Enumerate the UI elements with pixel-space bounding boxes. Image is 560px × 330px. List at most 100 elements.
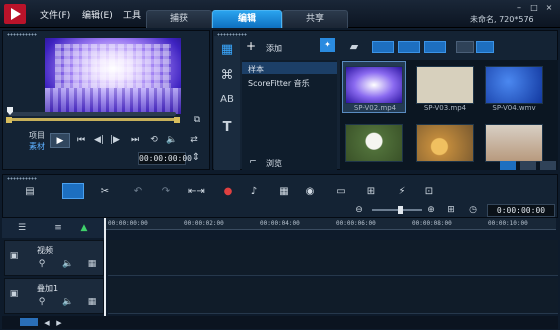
- overlay-track-header: ▣ 叠加1 ⚲ 🔈 ▦: [4, 278, 104, 314]
- fit-window-icon[interactable]: ⊞: [444, 203, 458, 217]
- volume-icon[interactable]: 🔈: [165, 133, 179, 147]
- record-icon[interactable]: ●: [220, 186, 236, 198]
- thumbnail[interactable]: [485, 66, 543, 104]
- zoom-slider-handle[interactable]: [398, 206, 403, 214]
- redo-icon[interactable]: ↷: [158, 186, 174, 198]
- view-options-icon[interactable]: [520, 161, 536, 170]
- storyboard-view-icon[interactable]: ▤: [22, 186, 38, 198]
- menu-edit[interactable]: 编辑(E): [82, 8, 113, 21]
- grid-lines-icon[interactable]: ▦: [85, 257, 99, 271]
- folder-sample[interactable]: 样本: [248, 64, 264, 75]
- thumb-label: SP-V02.mp4: [353, 104, 397, 112]
- filter-photo-button[interactable]: [398, 41, 420, 53]
- tab-edit[interactable]: 编辑: [212, 10, 282, 28]
- trim-start-handle[interactable]: [6, 117, 12, 123]
- app-logo-icon: [4, 4, 26, 24]
- add-icon[interactable]: +: [246, 39, 256, 53]
- mute-icon[interactable]: 🔈: [61, 257, 75, 271]
- instant-project-icon[interactable]: ⌘: [218, 68, 236, 83]
- zoom-in-icon[interactable]: ⊕: [424, 203, 438, 217]
- repeat-icon[interactable]: ⟲: [147, 133, 161, 147]
- transition-icon[interactable]: AB: [218, 94, 236, 105]
- multi-camera-icon[interactable]: ⊞: [363, 186, 379, 198]
- fit-project-icon[interactable]: ⇤⇥: [188, 186, 205, 198]
- undo-icon[interactable]: ↶: [130, 186, 146, 198]
- track-visibility-icon[interactable]: [20, 318, 38, 326]
- tab-share[interactable]: 共享: [282, 10, 348, 28]
- thumbnail[interactable]: [416, 124, 474, 162]
- motion-tracking-icon[interactable]: ◉: [302, 186, 318, 198]
- trim-bar[interactable]: [8, 118, 176, 121]
- ruler-tick-label: 00:00:02:00: [184, 220, 224, 227]
- menu-file[interactable]: 文件(F): [40, 8, 70, 21]
- ruler-tick-label: 00:00:04:00: [260, 220, 300, 227]
- close-icon[interactable]: ×: [544, 4, 554, 12]
- list-view-button[interactable]: [456, 41, 474, 53]
- clip-mode-label[interactable]: 素材: [29, 141, 45, 152]
- next-frame-button[interactable]: |▶: [108, 133, 122, 147]
- add-marker-icon[interactable]: ▲: [76, 221, 92, 235]
- link-icon[interactable]: ⚲: [35, 257, 49, 271]
- track-name: 叠加1: [37, 284, 59, 293]
- video-track-lane[interactable]: [108, 240, 558, 276]
- play-button[interactable]: ▶: [50, 133, 70, 148]
- thumb-label: SP-V03.mp4: [423, 104, 467, 112]
- tab-capture[interactable]: 捕获: [146, 10, 212, 28]
- video-preview: [45, 38, 181, 114]
- title-icon[interactable]: T: [218, 120, 236, 135]
- thumbnail[interactable]: [345, 124, 403, 162]
- grid-lines-icon[interactable]: ▦: [85, 295, 99, 309]
- title-bar: 文件(F) 编辑(E) 工具 捕获 编辑 共享 未命名, 720*576 – □…: [0, 0, 560, 28]
- timeline-view-button[interactable]: [62, 183, 84, 199]
- link-icon[interactable]: ⚲: [35, 295, 49, 309]
- scroll-left-icon[interactable]: ◀: [42, 316, 52, 330]
- media-icon[interactable]: ▦: [218, 42, 236, 57]
- split-icon[interactable]: ⇄: [186, 133, 202, 147]
- browse-label[interactable]: 浏览: [266, 158, 282, 169]
- zoom-slider[interactable]: [372, 209, 422, 211]
- timecode-spinner-icon[interactable]: ⇕: [188, 151, 204, 165]
- video-track-icon: ▣: [9, 251, 19, 261]
- project-mode-label[interactable]: 项目: [29, 130, 45, 141]
- mask-creator-icon[interactable]: ⊡: [421, 186, 437, 198]
- sort-icon[interactable]: [500, 161, 516, 170]
- end-button[interactable]: ⏭: [128, 133, 142, 147]
- previous-frame-button[interactable]: ◀|: [92, 133, 106, 147]
- zoom-out-icon[interactable]: ⊖: [352, 203, 366, 217]
- time-remap-icon[interactable]: ⚡: [394, 186, 410, 198]
- trim-end-handle[interactable]: [174, 117, 180, 123]
- menu-tools[interactable]: 工具: [123, 8, 141, 21]
- thumbnail-view-button[interactable]: [476, 41, 494, 53]
- pin-icon[interactable]: ✦: [320, 38, 335, 52]
- filter-video-button[interactable]: [372, 41, 394, 53]
- folder-icon[interactable]: ▰: [346, 40, 362, 54]
- filter-audio-button[interactable]: [424, 41, 446, 53]
- enlarge-icon[interactable]: ⧉: [190, 113, 204, 127]
- scroll-right-icon[interactable]: ▶: [54, 316, 64, 330]
- overlay-track-lane[interactable]: [108, 278, 558, 314]
- subtitle-icon[interactable]: ▭: [333, 186, 349, 198]
- home-button[interactable]: ⏮: [74, 133, 88, 147]
- chapter-point-icon[interactable]: ≡: [50, 221, 66, 235]
- folder-scorefitter[interactable]: ScoreFitter 音乐: [248, 78, 310, 89]
- minimize-icon[interactable]: –: [514, 4, 524, 12]
- scrubber-track[interactable]: [8, 112, 176, 116]
- tools-icon[interactable]: ✂: [97, 186, 113, 198]
- auto-music-icon[interactable]: ▦: [276, 186, 292, 198]
- browse-icon[interactable]: ⌐: [246, 155, 260, 169]
- thumbnail[interactable]: [345, 66, 403, 104]
- grid-icon[interactable]: [540, 161, 556, 170]
- panel-grip: [7, 177, 37, 180]
- audio-mixer-icon[interactable]: ♪: [246, 186, 262, 198]
- mute-icon[interactable]: 🔈: [61, 295, 75, 309]
- thumbnail[interactable]: [416, 66, 474, 104]
- track-manager-icon[interactable]: ☰: [14, 221, 30, 235]
- add-label[interactable]: 添加: [266, 43, 282, 54]
- timeline-ruler[interactable]: 00:00:00:00 00:00:02:00 00:00:04:00 00:0…: [104, 218, 556, 230]
- project-status: 未命名, 720*576: [470, 15, 534, 24]
- playhead[interactable]: [104, 218, 106, 322]
- player-timecode[interactable]: 00:00:00:00: [138, 152, 192, 165]
- thumbnail[interactable]: [485, 124, 543, 162]
- maximize-icon[interactable]: □: [529, 4, 539, 12]
- clock-icon: ◷: [469, 205, 477, 215]
